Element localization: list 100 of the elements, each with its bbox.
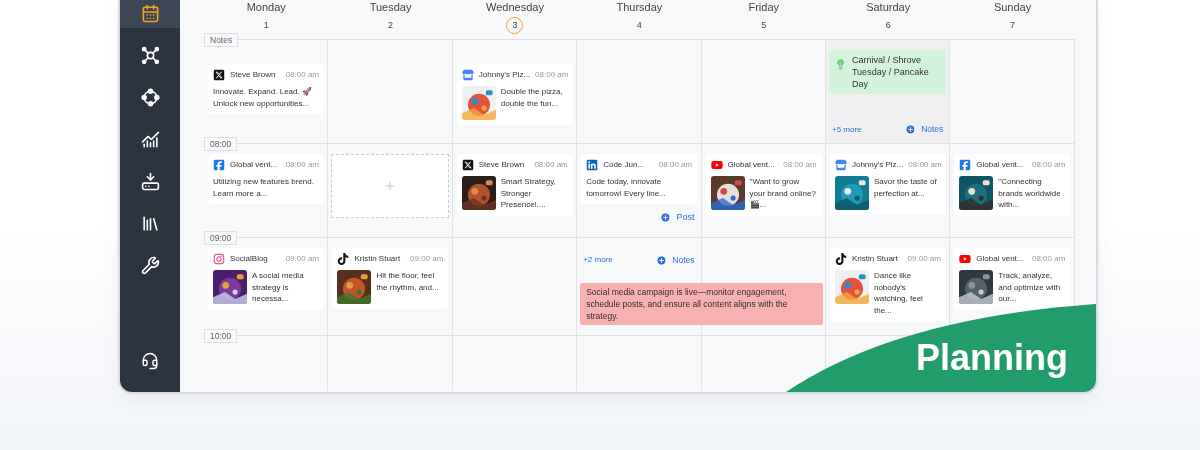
day-date[interactable]: 4 — [630, 17, 648, 34]
post-text: "Want to grow your brand online? 🎬... — [749, 176, 817, 211]
post-card[interactable]: Code Jun... 08:00 am Code today, innovate tomorrow! Every line... — [581, 154, 698, 204]
post-card[interactable]: SocialBlog 09:00 am A social media strategy is necessa... — [208, 248, 324, 310]
post-time: 08:00 am — [285, 69, 319, 81]
author-name: Global vent... — [976, 159, 1024, 171]
day-name: Wednesday — [486, 1, 544, 14]
plus-circle-icon — [656, 254, 668, 266]
youtube-icon — [710, 159, 723, 171]
day-date[interactable]: 7 — [1004, 17, 1022, 34]
author-name: Code Jun... — [603, 159, 645, 171]
support-button[interactable] — [141, 352, 159, 370]
post-text: Dance like nobody's watching, feel the... — [873, 270, 924, 316]
post-card[interactable]: Kristin Stuart 09:00 am Hit the floor, feel the rhythm, and... — [332, 248, 449, 309]
more-link[interactable]: +5 more — [831, 123, 862, 136]
author-name: Global vent... — [976, 253, 1024, 265]
post-text: Smart Strategy, Stronger Presence!.... — [500, 176, 557, 211]
author-name: Global vent... — [230, 159, 278, 171]
post-text: Track, analyze, and optimize with our... — [998, 270, 1062, 305]
post-time: 09:00 am — [907, 253, 941, 265]
note-card[interactable]: Social media campaign is live—monitor engagement, schedule posts, and ensure all content aligns with the strategy. — [580, 283, 824, 325]
author-name: SocialBlog — [230, 253, 268, 265]
day-date[interactable]: 2 — [382, 17, 400, 34]
tray-download-icon — [140, 172, 160, 191]
author-name: Kristin Stuart — [354, 253, 401, 265]
post-time: 08:00 am — [1032, 159, 1066, 171]
headset-icon — [141, 352, 159, 370]
post-text: "Connecting brands worldwide with... — [998, 176, 1062, 211]
day-name: Thursday — [616, 1, 663, 14]
author-name: Johnny's Piz... — [851, 159, 904, 171]
post-card[interactable]: Global vent... 08:00 am Utilizing new features brend. Learn more a... — [208, 154, 324, 204]
youtube-icon — [959, 253, 972, 265]
day-name: Sunday — [993, 1, 1032, 14]
add-post-button[interactable]: Post — [659, 211, 695, 225]
post-card[interactable]: Johnny's Piz... 08:00 am Savor the taste of perfection at... — [829, 154, 946, 215]
plus-circle-icon — [659, 212, 671, 224]
plus-circle-icon — [905, 124, 917, 136]
post-text: Code today, innovate tomorrow! Every line... — [586, 176, 667, 199]
post-time: 08:00 am — [783, 159, 817, 171]
lightbulb-icon — [834, 59, 846, 70]
post-text: Hit the floor, feel the rhythm, and... — [376, 270, 440, 293]
post-time: 08:00 am — [658, 159, 693, 171]
post-time: 09:00 am — [285, 253, 319, 265]
ring-nodes-icon — [140, 88, 160, 107]
post-card[interactable]: Global vent... 08:00 am Track, analyze, and optimize with our... — [954, 248, 1071, 310]
instagram-icon — [213, 253, 225, 265]
time-label: 08:00 — [204, 137, 238, 151]
day-name: Saturday — [866, 1, 911, 14]
day-name: Friday — [748, 1, 780, 14]
post-card[interactable]: Johnny's Piz... 08:00 am Double the pizza, double the fun... — [456, 64, 573, 125]
tools-icon — [140, 256, 160, 275]
post-time: 08:00 am — [908, 159, 942, 171]
post-text: Savor the taste of perfection at... — [873, 176, 938, 199]
time-label: 10:00 — [204, 329, 238, 343]
facebook-icon — [959, 159, 972, 171]
tiktok-icon — [834, 253, 847, 265]
day-date[interactable]: 6 — [879, 17, 897, 34]
facebook-icon — [213, 159, 225, 171]
plus-icon — [383, 179, 398, 193]
day-date[interactable]: 5 — [755, 17, 773, 34]
author-name: Kristin Stuart — [851, 253, 898, 265]
post-card[interactable]: Steve Brown 08:00 am Smart Strategy, Stronger Presence!.... — [456, 154, 573, 216]
nodes-icon — [140, 46, 160, 65]
tiktok-icon — [337, 253, 350, 265]
post-time: 08:00 am — [285, 159, 319, 171]
store-icon — [834, 159, 847, 171]
post-text: Innovate. Expand. Lead. 🚀 Unlock new opportunities... — [213, 86, 313, 109]
linkedin-icon — [586, 159, 599, 171]
author-name: Steve Brown — [478, 159, 525, 171]
holiday-text: Carnival / Shrove Tuesday / Pancake Day — [851, 54, 930, 90]
store-icon — [461, 69, 474, 81]
post-text: Double the pizza, double the fun... — [500, 86, 564, 109]
calendar-icon — [140, 4, 160, 23]
post-time: 08:00 am — [535, 69, 569, 81]
banner-title: Planning — [916, 338, 1068, 378]
author-name: Global vent... — [727, 159, 775, 171]
post-card[interactable]: Kristin Stuart 09:00 am Dance like nobody's watching, feel the... — [829, 248, 946, 321]
post-card[interactable]: Global vent... 08:00 am "Connecting brands worldwide with... — [954, 154, 1071, 216]
day-name: Tuesday — [369, 1, 412, 14]
post-text: Utilizing new features brend. Learn more a... — [213, 176, 315, 199]
post-card[interactable]: Global vent... 08:00 am "Want to grow your brand online? 🎬... — [705, 154, 822, 216]
post-time: 08:00 am — [534, 159, 568, 171]
post-time: 08:00 am — [1032, 253, 1066, 265]
chart-icon — [140, 130, 160, 149]
post-card[interactable]: Steve Brown 08:00 am Innovate. Expand. Lead. 🚀 Unlock new opportunities... — [208, 64, 324, 114]
x-logo-icon — [461, 159, 474, 171]
author-name: Johnny's Piz... — [478, 69, 531, 81]
add-notes-button[interactable]: Notes — [656, 254, 695, 267]
add-notes-button[interactable]: Notes — [905, 123, 944, 136]
x-logo-icon — [213, 69, 225, 81]
books-icon — [140, 214, 160, 233]
time-label: Notes — [204, 33, 239, 47]
more-link[interactable]: +2 more — [583, 254, 613, 267]
day-name: Monday — [246, 1, 286, 14]
post-time: 09:00 am — [410, 253, 444, 265]
author-name: Steve Brown — [230, 69, 276, 81]
day-date[interactable]: 1 — [257, 17, 275, 34]
holiday-note[interactable]: Carnival / Shrove Tuesday / Pancake Day — [828, 50, 947, 94]
post-text: A social media strategy is necessa... — [252, 270, 305, 305]
time-label: 09:00 — [204, 231, 238, 245]
